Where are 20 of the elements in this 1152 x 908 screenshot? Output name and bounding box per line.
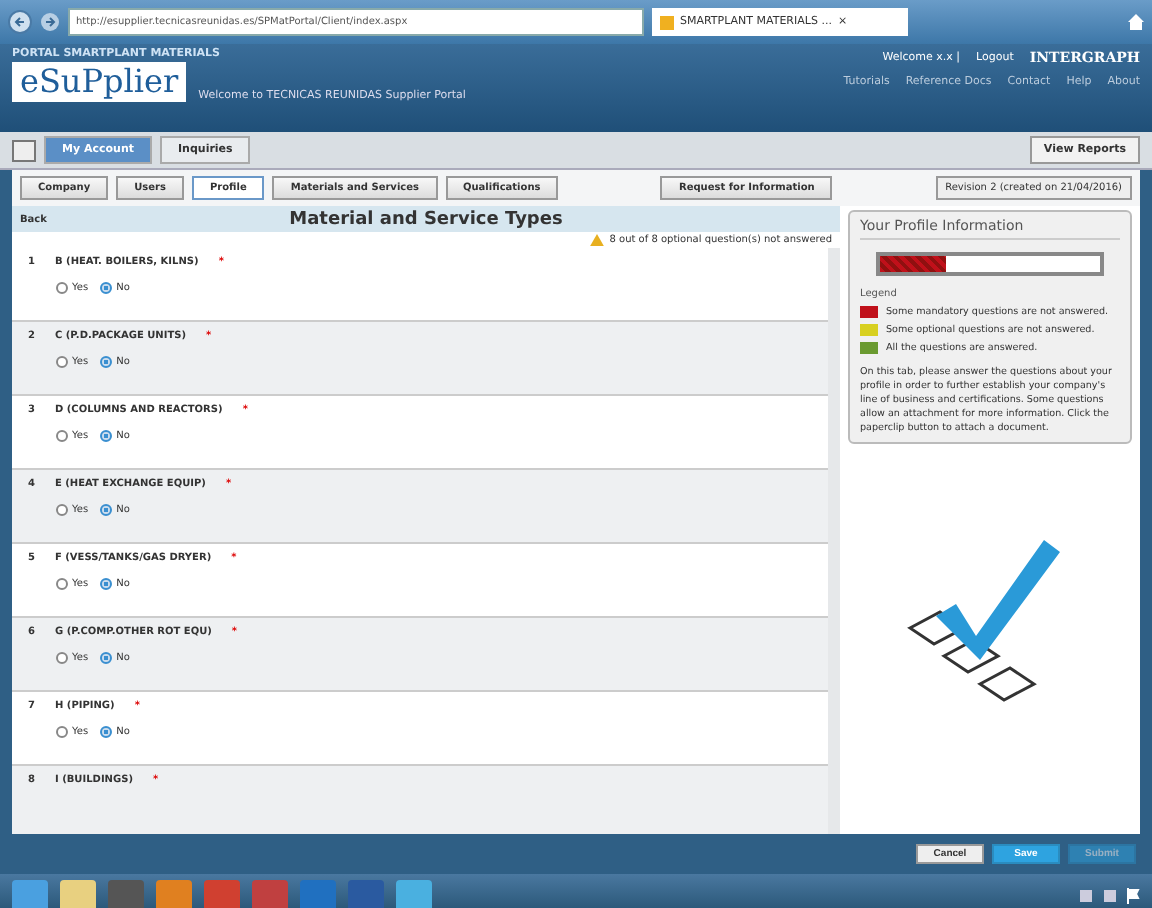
radio-button[interactable] [100,652,113,664]
page-title: Material and Service Types [287,209,565,229]
radio-button[interactable] [56,578,68,590]
radio-button[interactable] [56,430,68,442]
radio-button[interactable] [56,504,68,516]
page-icon [660,15,674,29]
back-icon[interactable] [8,10,32,34]
radio-button[interactable] [56,356,68,368]
radio-button[interactable] [100,356,113,368]
radio-button[interactable] [56,282,68,294]
radio-button[interactable] [100,430,113,442]
forward-icon[interactable] [40,12,60,32]
radio-button[interactable] [56,652,68,664]
radio-button[interactable] [100,282,113,294]
logo: eSuPplier [12,62,187,102]
tray-icons [1080,888,1140,904]
radio-button[interactable] [56,726,68,738]
radio-button[interactable] [100,504,113,516]
radio-button[interactable] [100,726,113,738]
radio-button[interactable] [100,578,113,590]
